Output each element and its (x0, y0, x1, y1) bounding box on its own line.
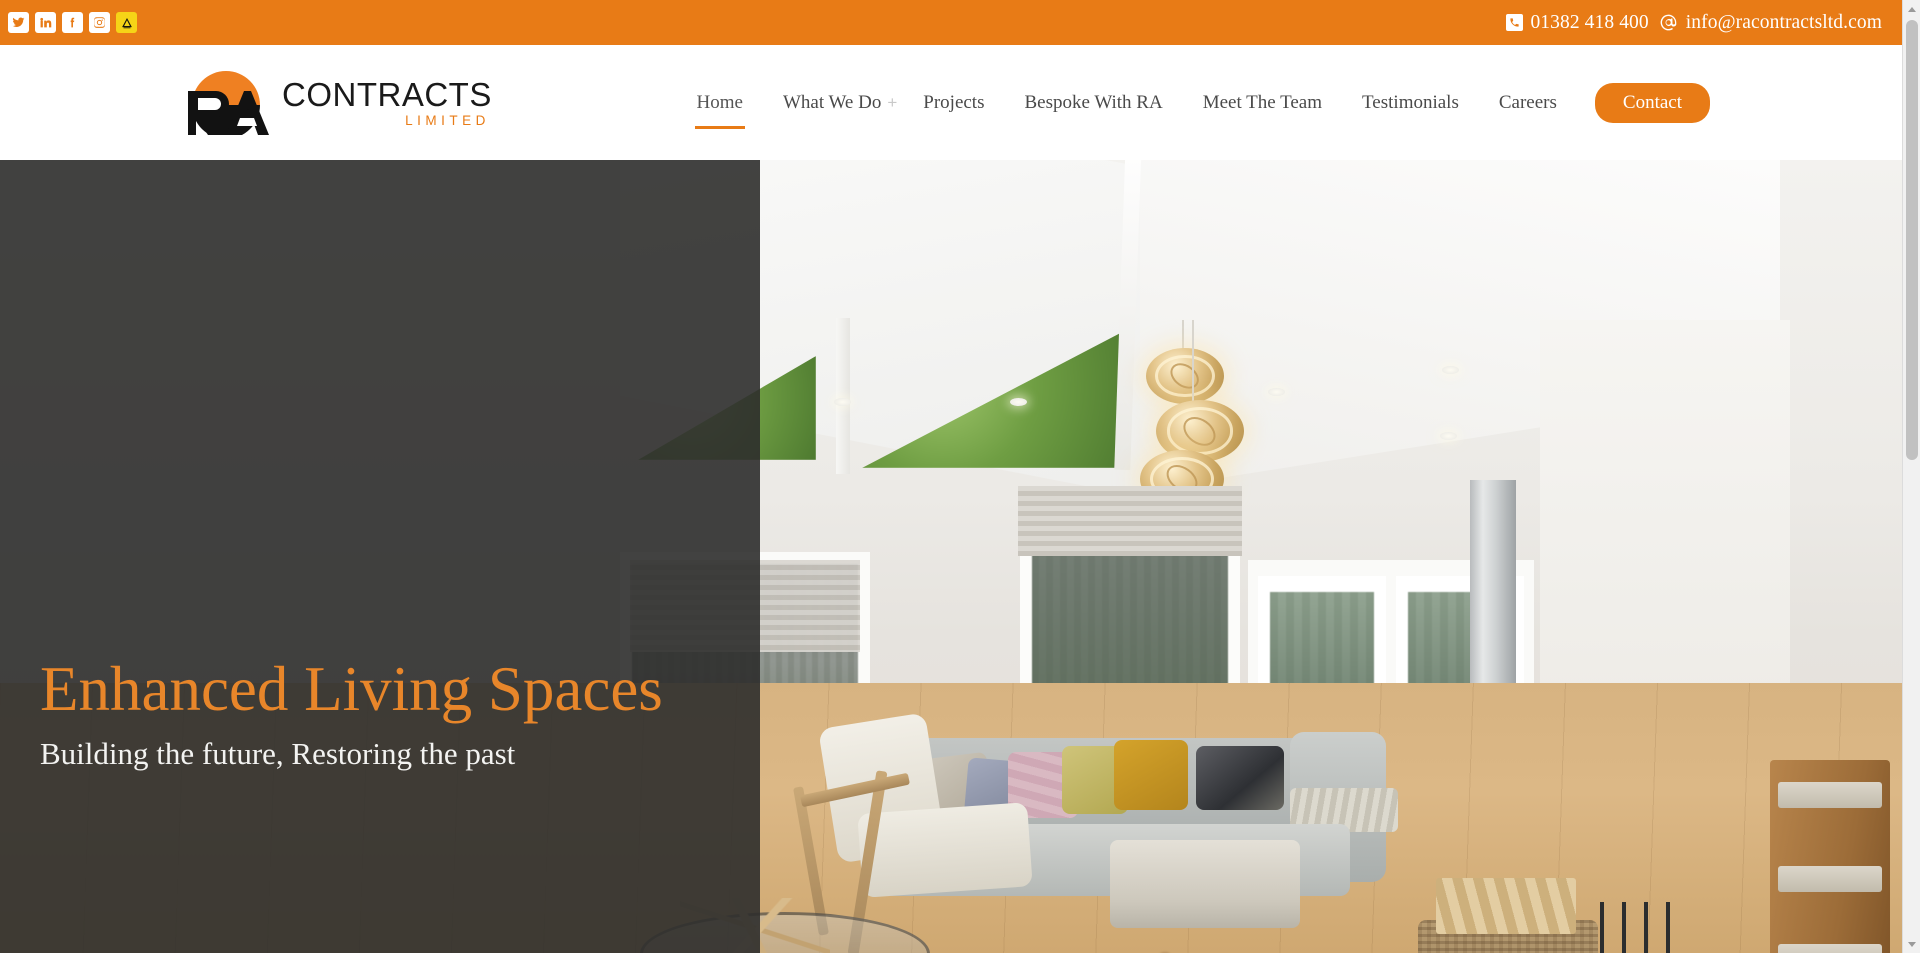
hero-subtitle: Building the future, Restoring the past (40, 736, 516, 772)
nav-item-testimonials[interactable]: Testimonials (1342, 86, 1479, 120)
site-header: CONTRACTS LIMITED Home What We Do + Proj… (0, 45, 1902, 160)
twitter-icon[interactable] (8, 12, 29, 33)
page-scrollbar[interactable] (1902, 0, 1920, 953)
scroll-down-arrow[interactable] (1903, 935, 1920, 953)
site-logo[interactable]: CONTRACTS LIMITED (178, 70, 492, 139)
primary-navigation: Home What We Do + Projects Bespoke With … (677, 82, 1880, 129)
email-link[interactable]: info@racontractsltd.com (1659, 12, 1882, 34)
window-blind-middle (1018, 486, 1242, 556)
email-address: info@racontractsltd.com (1685, 11, 1882, 33)
nav-item-what-we-do[interactable]: What We Do (763, 86, 901, 120)
scroll-up-arrow[interactable] (1903, 0, 1920, 18)
fireplace-tools (1600, 902, 1674, 953)
hero-dark-overlay (0, 160, 760, 953)
logo-mark-icon (178, 70, 278, 139)
downlight (1440, 432, 1457, 440)
accreditation-badge-icon[interactable] (116, 12, 137, 33)
facebook-icon[interactable] (62, 12, 83, 33)
hero-section: Enhanced Living Spaces Building the futu… (0, 160, 1902, 953)
scrollbar-thumb[interactable] (1906, 20, 1918, 460)
browser-viewport: 01382 418 400 info@racontractsltd.com CO… (0, 0, 1920, 953)
downlight (1010, 398, 1027, 406)
contact-button[interactable]: Contact (1594, 82, 1710, 123)
hero-title: Enhanced Living Spaces (40, 654, 663, 724)
logo-limited-text: LIMITED (405, 112, 490, 128)
throw-pillow (1196, 746, 1284, 810)
throw-pillow (1114, 740, 1188, 810)
firewood-logs (1436, 878, 1576, 934)
armchair-seat (857, 802, 1033, 898)
downlight (834, 398, 851, 406)
phone-icon (1506, 14, 1524, 31)
at-icon (1659, 13, 1679, 33)
pendant-lamp (1146, 348, 1224, 404)
instagram-icon[interactable] (89, 12, 110, 33)
hero-copy: Enhanced Living Spaces Building the futu… (40, 656, 740, 772)
logo-contracts-text: CONTRACTS (282, 75, 492, 113)
nav-item-meet-the-team[interactable]: Meet The Team (1183, 86, 1342, 120)
logo-wordmark: CONTRACTS LIMITED (282, 78, 492, 128)
nav-item-projects[interactable]: Projects (903, 86, 1004, 120)
social-links (8, 12, 137, 33)
downlight (1442, 366, 1459, 374)
nav-item-home[interactable]: Home (677, 86, 763, 129)
page-root: 01382 418 400 info@racontractsltd.com CO… (0, 0, 1902, 953)
wooden-chair-slat (1778, 782, 1882, 808)
window-mullion (836, 318, 850, 474)
phone-number: 01382 418 400 (1530, 11, 1649, 33)
wooden-chair-slat (1778, 944, 1882, 953)
nav-item-bespoke-with-ra[interactable]: Bespoke With RA (1004, 86, 1182, 120)
wooden-chair-slat (1778, 866, 1882, 892)
contact-details: 01382 418 400 info@racontractsltd.com (1506, 12, 1882, 34)
phone-link[interactable]: 01382 418 400 (1506, 11, 1649, 34)
linkedin-icon[interactable] (35, 12, 56, 33)
downlight (1268, 388, 1285, 396)
top-utility-bar: 01382 418 400 info@racontractsltd.com (0, 0, 1902, 45)
nav-item-careers[interactable]: Careers (1479, 86, 1577, 120)
leather-ottoman (1110, 840, 1300, 928)
